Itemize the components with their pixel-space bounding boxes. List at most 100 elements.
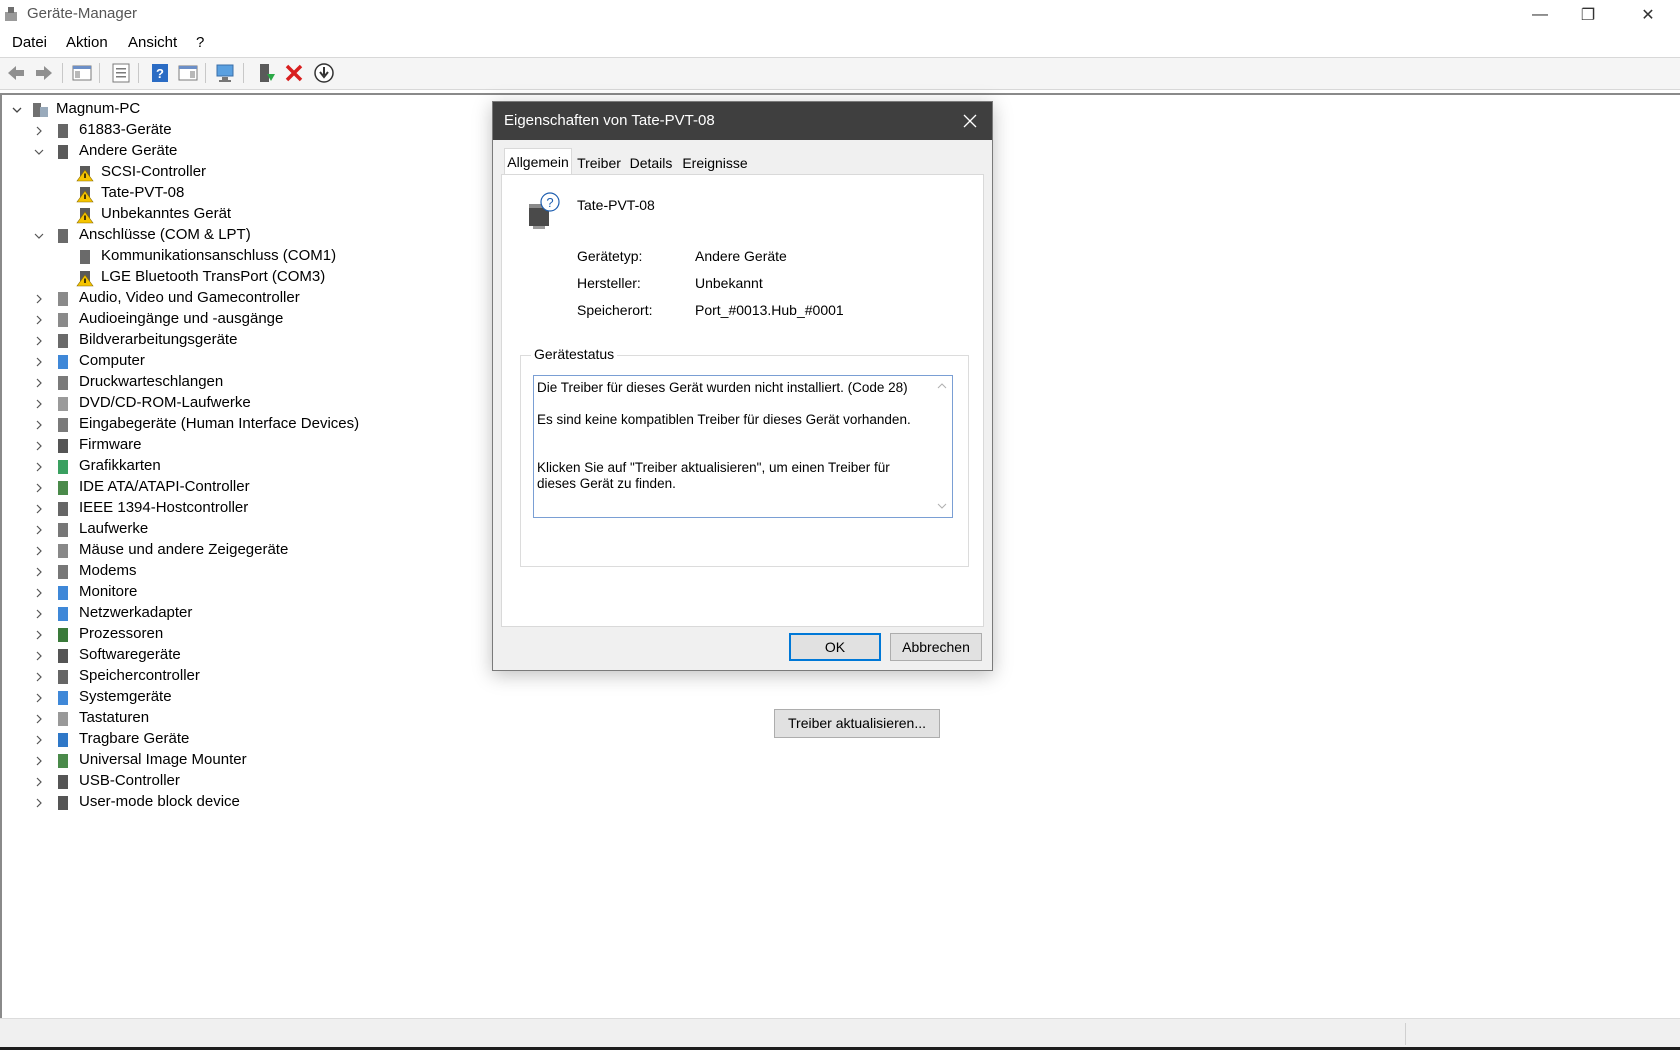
tree-item-label: Bildverarbeitungsgeräte [79,331,238,348]
toolbar-separator [138,63,139,83]
close-icon: ✕ [1641,7,1655,24]
toolbar: ? [0,57,1680,90]
uninstall-device-icon[interactable] [283,62,305,84]
tree-item-label: SCSI-Controller [101,163,207,180]
ok-button[interactable]: OK [789,633,881,661]
chevron-right-icon[interactable] [34,420,44,430]
usb-icon [58,775,68,789]
chevron-right-icon[interactable] [34,126,44,136]
tree-item-label: DVD/CD-ROM-Laufwerke [79,394,251,411]
chevron-right-icon[interactable] [34,630,44,640]
title-bar: Geräte-Manager — ❐ ✕ [0,0,1680,30]
network-icon [58,607,68,621]
device-status-textbox[interactable]: Die Treiber für dieses Gerät wurden nich… [533,375,953,518]
maximize-button[interactable]: ❐ [1560,0,1616,30]
display-adapter-icon [58,460,68,474]
scroll-down-icon[interactable] [937,502,947,510]
camera-icon [58,334,68,348]
toolbar-separator [205,63,206,83]
chevron-right-icon[interactable] [34,441,44,451]
chevron-right-icon[interactable] [34,714,44,724]
chevron-right-icon[interactable] [34,777,44,787]
controller-icon [58,754,68,768]
chevron-right-icon[interactable] [34,798,44,808]
device-name: Tate-PVT-08 [577,197,655,213]
modem-icon [58,565,68,579]
update-driver-button[interactable]: Treiber aktualisieren... [774,709,940,738]
chevron-right-icon[interactable] [34,651,44,661]
system-device-icon [58,691,68,705]
keyboard-icon [58,712,68,726]
chevron-right-icon[interactable] [34,294,44,304]
chevron-right-icon[interactable] [34,609,44,619]
maximize-icon: ❐ [1580,7,1596,24]
menu-datei[interactable]: Datei [12,34,47,51]
tab-treiber[interactable]: Treiber [574,150,624,173]
dialog-title-bar[interactable]: Eigenschaften von Tate-PVT-08 [493,102,992,140]
tab-ereignisse[interactable]: Ereignisse [679,150,751,173]
tree-item-label: Modems [79,562,137,579]
tab-panel-general: ? Tate-PVT-08 Gerätetyp: Andere Geräte H… [501,174,984,738]
chevron-right-icon[interactable] [34,378,44,388]
download-icon[interactable] [313,62,335,84]
chevron-right-icon[interactable] [34,546,44,556]
block-device-icon [58,796,68,810]
chevron-right-icon[interactable] [34,588,44,598]
chevron-right-icon[interactable] [34,483,44,493]
chevron-right-icon[interactable] [34,315,44,325]
tree-item-label: Druckwarteschlangen [79,373,224,390]
menu-ansicht[interactable]: Ansicht [128,34,177,51]
tree-item-label: Grafikkarten [79,457,161,474]
update-driver-icon[interactable] [255,62,277,84]
cancel-button[interactable]: Abbrechen [890,633,982,661]
tree-item-label: Audioeingänge und -ausgänge [79,310,284,327]
chevron-right-icon[interactable] [34,756,44,766]
scroll-up-icon[interactable] [937,382,947,390]
device-status-title: Gerätestatus [531,346,618,362]
menu-bar: Datei Aktion Ansicht ? [0,31,1680,55]
speaker-icon [58,292,68,306]
show-action-pane-icon[interactable] [177,62,199,84]
chevron-right-icon[interactable] [34,567,44,577]
chevron-right-icon[interactable] [34,336,44,346]
toolbar-separator [99,63,100,83]
status-scrollbar[interactable] [934,377,951,516]
chevron-down-icon[interactable] [34,147,44,157]
forward-arrow-icon[interactable] [33,62,55,84]
chevron-right-icon[interactable] [34,693,44,703]
tree-item-label: Eingabegeräte (Human Interface Devices) [79,415,360,432]
menu-aktion[interactable]: Aktion [66,34,108,51]
menu-help[interactable]: ? [196,34,204,51]
scan-hardware-icon[interactable] [215,62,237,84]
help-icon[interactable]: ? [149,62,171,84]
back-arrow-icon[interactable] [5,62,27,84]
software-device-icon [58,649,68,663]
tree-item-label: LGE Bluetooth TransPort (COM3) [101,268,326,285]
tree-item-label: IEEE 1394-Hostcontroller [79,499,249,516]
chevron-right-icon[interactable] [34,504,44,514]
close-button[interactable]: ✕ [1620,0,1676,30]
dialog-close-button[interactable] [948,102,992,140]
chevron-down-icon[interactable] [12,105,22,115]
printer-icon [58,376,68,390]
chevron-right-icon[interactable] [34,357,44,367]
tab-details[interactable]: Details [626,150,676,173]
chevron-right-icon[interactable] [34,525,44,535]
chevron-down-icon[interactable] [34,231,44,241]
chevron-right-icon[interactable] [34,399,44,409]
warning-device-icon [76,166,94,182]
unknown-device-icon: ? [529,192,560,229]
show-hide-console-tree-icon[interactable] [71,62,93,84]
chevron-right-icon[interactable] [34,672,44,682]
properties-icon[interactable] [110,62,132,84]
tree-item-label: Tragbare Geräte [79,730,190,747]
status-line-3: Klicken Sie auf "Treiber aktualisieren",… [537,460,890,491]
device-status-group: Gerätestatus Die Treiber für dieses Gerä… [520,346,969,738]
chevron-right-icon[interactable] [34,462,44,472]
storage-controller-icon [58,670,68,684]
tree-item-label: Softwaregeräte [79,646,181,663]
hid-icon [58,418,68,432]
chevron-right-icon[interactable] [34,735,44,745]
tab-allgemein[interactable]: Allgemein [504,148,572,174]
tree-item-label: Laufwerke [79,520,149,537]
